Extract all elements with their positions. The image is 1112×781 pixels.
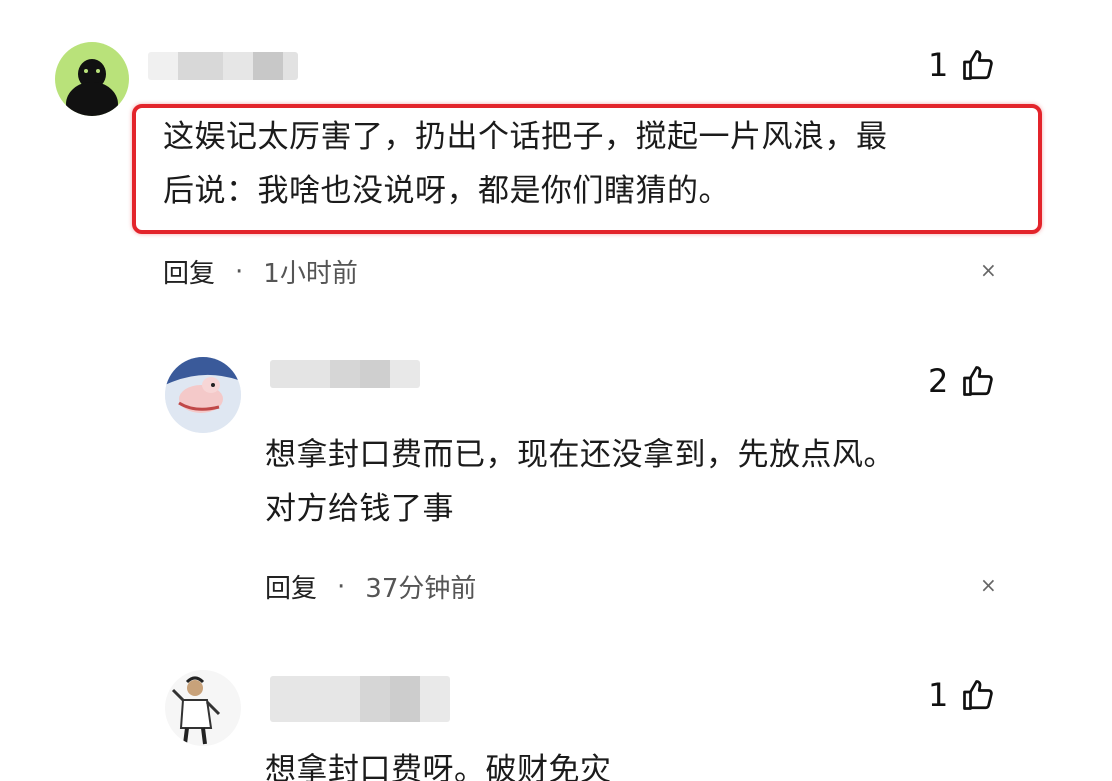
close-icon[interactable]: × bbox=[980, 258, 997, 282]
comment-text-line: 后说：我啥也没说呀，都是你们瞎猜的。 bbox=[163, 173, 730, 209]
comment-text-line: 想拿封口费呀。破财免灾 bbox=[265, 752, 612, 781]
like-button[interactable]: 1 bbox=[928, 46, 996, 84]
username-blurred[interactable] bbox=[148, 52, 298, 80]
close-icon[interactable]: × bbox=[980, 573, 997, 597]
username-blurred[interactable] bbox=[270, 360, 420, 388]
thumbs-up-icon bbox=[960, 363, 996, 399]
thumbs-up-icon bbox=[960, 47, 996, 83]
comment-text-line: 这娱记太厉害了，扔出个话把子，搅起一片风浪，最 bbox=[163, 119, 888, 155]
separator: · bbox=[337, 571, 346, 602]
separator: · bbox=[235, 256, 244, 287]
like-count: 1 bbox=[928, 46, 949, 84]
comment-thread: 1 这娱记太厉害了，扔出个话把子，搅起一片风浪，最 后说：我啥也没说呀，都是你们… bbox=[0, 0, 1112, 781]
like-count: 1 bbox=[928, 676, 949, 714]
reply-button[interactable]: 回复 bbox=[265, 568, 317, 605]
like-count: 2 bbox=[928, 362, 949, 400]
comment-meta: 回复 · 1小时前 bbox=[163, 253, 358, 290]
thumbs-up-icon bbox=[960, 677, 996, 713]
comment-text: 想拿封口费而已，现在还没拿到，先放点风。 对方给钱了事 bbox=[265, 428, 1025, 536]
like-button[interactable]: 1 bbox=[928, 676, 996, 714]
comment-text: 想拿封口费呀。破财免灾 bbox=[265, 743, 1025, 781]
avatar[interactable] bbox=[165, 357, 241, 433]
like-button[interactable]: 2 bbox=[928, 362, 996, 400]
avatar[interactable] bbox=[55, 42, 129, 116]
comment-text: 这娱记太厉害了，扔出个话把子，搅起一片风浪，最 后说：我啥也没说呀，都是你们瞎猜… bbox=[163, 110, 1023, 218]
reply-button[interactable]: 回复 bbox=[163, 253, 215, 290]
comment-meta: 回复 · 37分钟前 bbox=[265, 568, 476, 605]
timestamp: 1小时前 bbox=[263, 259, 358, 289]
avatar[interactable] bbox=[165, 670, 241, 746]
timestamp: 37分钟前 bbox=[365, 574, 477, 604]
comment-text-line: 想拿封口费而已，现在还没拿到，先放点风。 bbox=[265, 437, 895, 473]
comment-text-line: 对方给钱了事 bbox=[265, 491, 454, 527]
username-blurred[interactable] bbox=[270, 676, 450, 722]
